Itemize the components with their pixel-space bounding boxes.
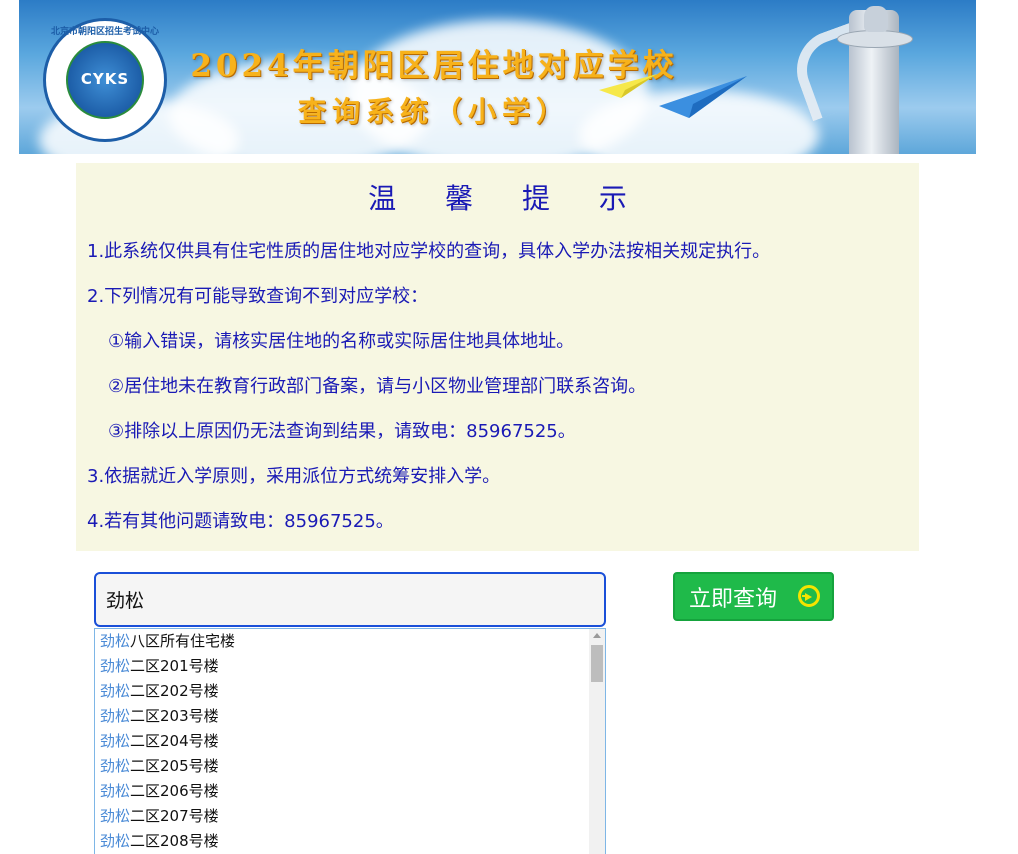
suggestion-dropdown[interactable]: 劲松八区所有住宅楼 劲松二区201号楼 劲松二区202号楼 劲松二区203号楼 劲松二区…	[94, 628, 606, 854]
suggestion-rest-text: 二区202号楼	[130, 682, 219, 700]
pillar-cap-decoration	[837, 30, 913, 48]
pillar-lion-decoration	[864, 6, 888, 32]
header-banner: 北京市朝阳区招生考试中心 CYKS 2024年朝阳区居住地对应学校 查询系统（小…	[19, 0, 976, 154]
notice-line-4: 4.若有其他问题请致电：85967525。	[87, 511, 394, 532]
suggestion-rest-text: 八区所有住宅楼	[130, 632, 236, 650]
search-button-label: 立即查询	[689, 586, 778, 612]
address-search-input[interactable]	[94, 572, 606, 627]
suggestion-match-text: 劲松	[100, 657, 131, 675]
suggestion-match-text: 劲松	[100, 682, 131, 700]
suggestion-item[interactable]: 劲松二区204号楼	[95, 729, 589, 754]
suggestion-item[interactable]: 劲松二区203号楼	[95, 704, 589, 729]
suggestion-item[interactable]: 劲松二区201号楼	[95, 654, 589, 679]
logo-globe-icon: CYKS	[66, 41, 144, 119]
paper-plane-icon	[659, 76, 747, 118]
notice-title: 温 馨 提 示	[368, 182, 647, 215]
suggestion-match-text: 劲松	[100, 707, 131, 725]
suggestion-match-text: 劲松	[100, 732, 131, 750]
arrow-circle-right-icon	[798, 585, 820, 607]
notice-panel: 温 馨 提 示 1.此系统仅供具有住宅性质的居住地对应学校的查询，具体入学办法按…	[76, 163, 919, 551]
suggestion-rest-text: 二区207号楼	[130, 807, 219, 825]
notice-line-2a: ①输入错误，请核实居住地的名称或实际居住地具体地址。	[108, 331, 575, 352]
suggestion-match-text: 劲松	[100, 832, 131, 850]
scroll-up-arrow-icon[interactable]	[593, 633, 601, 638]
suggestion-match-text: 劲松	[100, 632, 131, 650]
cyks-logo: 北京市朝阳区招生考试中心 CYKS	[43, 18, 167, 142]
scrollbar-thumb[interactable]	[591, 645, 603, 682]
logo-arc-text: 北京市朝阳区招生考试中心	[50, 27, 159, 37]
notice-line-1: 1.此系统仅供具有住宅性质的居住地对应学校的查询，具体入学办法按相关规定执行。	[87, 241, 771, 262]
logo-text: CYKS	[80, 70, 130, 88]
dropdown-scrollbar[interactable]	[589, 629, 605, 854]
suggestion-match-text: 劲松	[100, 782, 131, 800]
notice-line-2b: ②居住地未在教育行政部门备案，请与小区物业管理部门联系咨询。	[108, 376, 647, 397]
suggestion-rest-text: 二区203号楼	[130, 707, 219, 725]
paper-plane-icon	[599, 74, 657, 98]
suggestion-item[interactable]: 劲松二区207号楼	[95, 804, 589, 829]
suggestion-match-text: 劲松	[100, 757, 131, 775]
suggestion-rest-text: 二区205号楼	[130, 757, 219, 775]
suggestion-match-text: 劲松	[100, 807, 131, 825]
notice-line-2c: ③排除以上原因仍无法查询到结果，请致电：85967525。	[108, 421, 576, 442]
notice-line-3: 3.依据就近入学原则，采用派位方式统筹安排入学。	[87, 466, 501, 487]
suggestion-item[interactable]: 劲松二区206号楼	[95, 779, 589, 804]
suggestion-rest-text: 二区204号楼	[130, 732, 219, 750]
search-button[interactable]: 立即查询	[673, 572, 834, 621]
suggestion-item[interactable]: 劲松二区208号楼	[95, 829, 589, 854]
suggestion-item[interactable]: 劲松八区所有住宅楼	[95, 629, 589, 654]
suggestion-rest-text: 二区206号楼	[130, 782, 219, 800]
suggestion-item[interactable]: 劲松二区202号楼	[95, 679, 589, 704]
suggestion-item[interactable]: 劲松二区205号楼	[95, 754, 589, 779]
notice-line-2: 2.下列情况有可能导致查询不到对应学校：	[87, 286, 429, 307]
suggestion-rest-text: 二区208号楼	[130, 832, 219, 850]
suggestion-list: 劲松八区所有住宅楼 劲松二区201号楼 劲松二区202号楼 劲松二区203号楼 劲松二区…	[95, 629, 589, 854]
suggestion-rest-text: 二区201号楼	[130, 657, 219, 675]
